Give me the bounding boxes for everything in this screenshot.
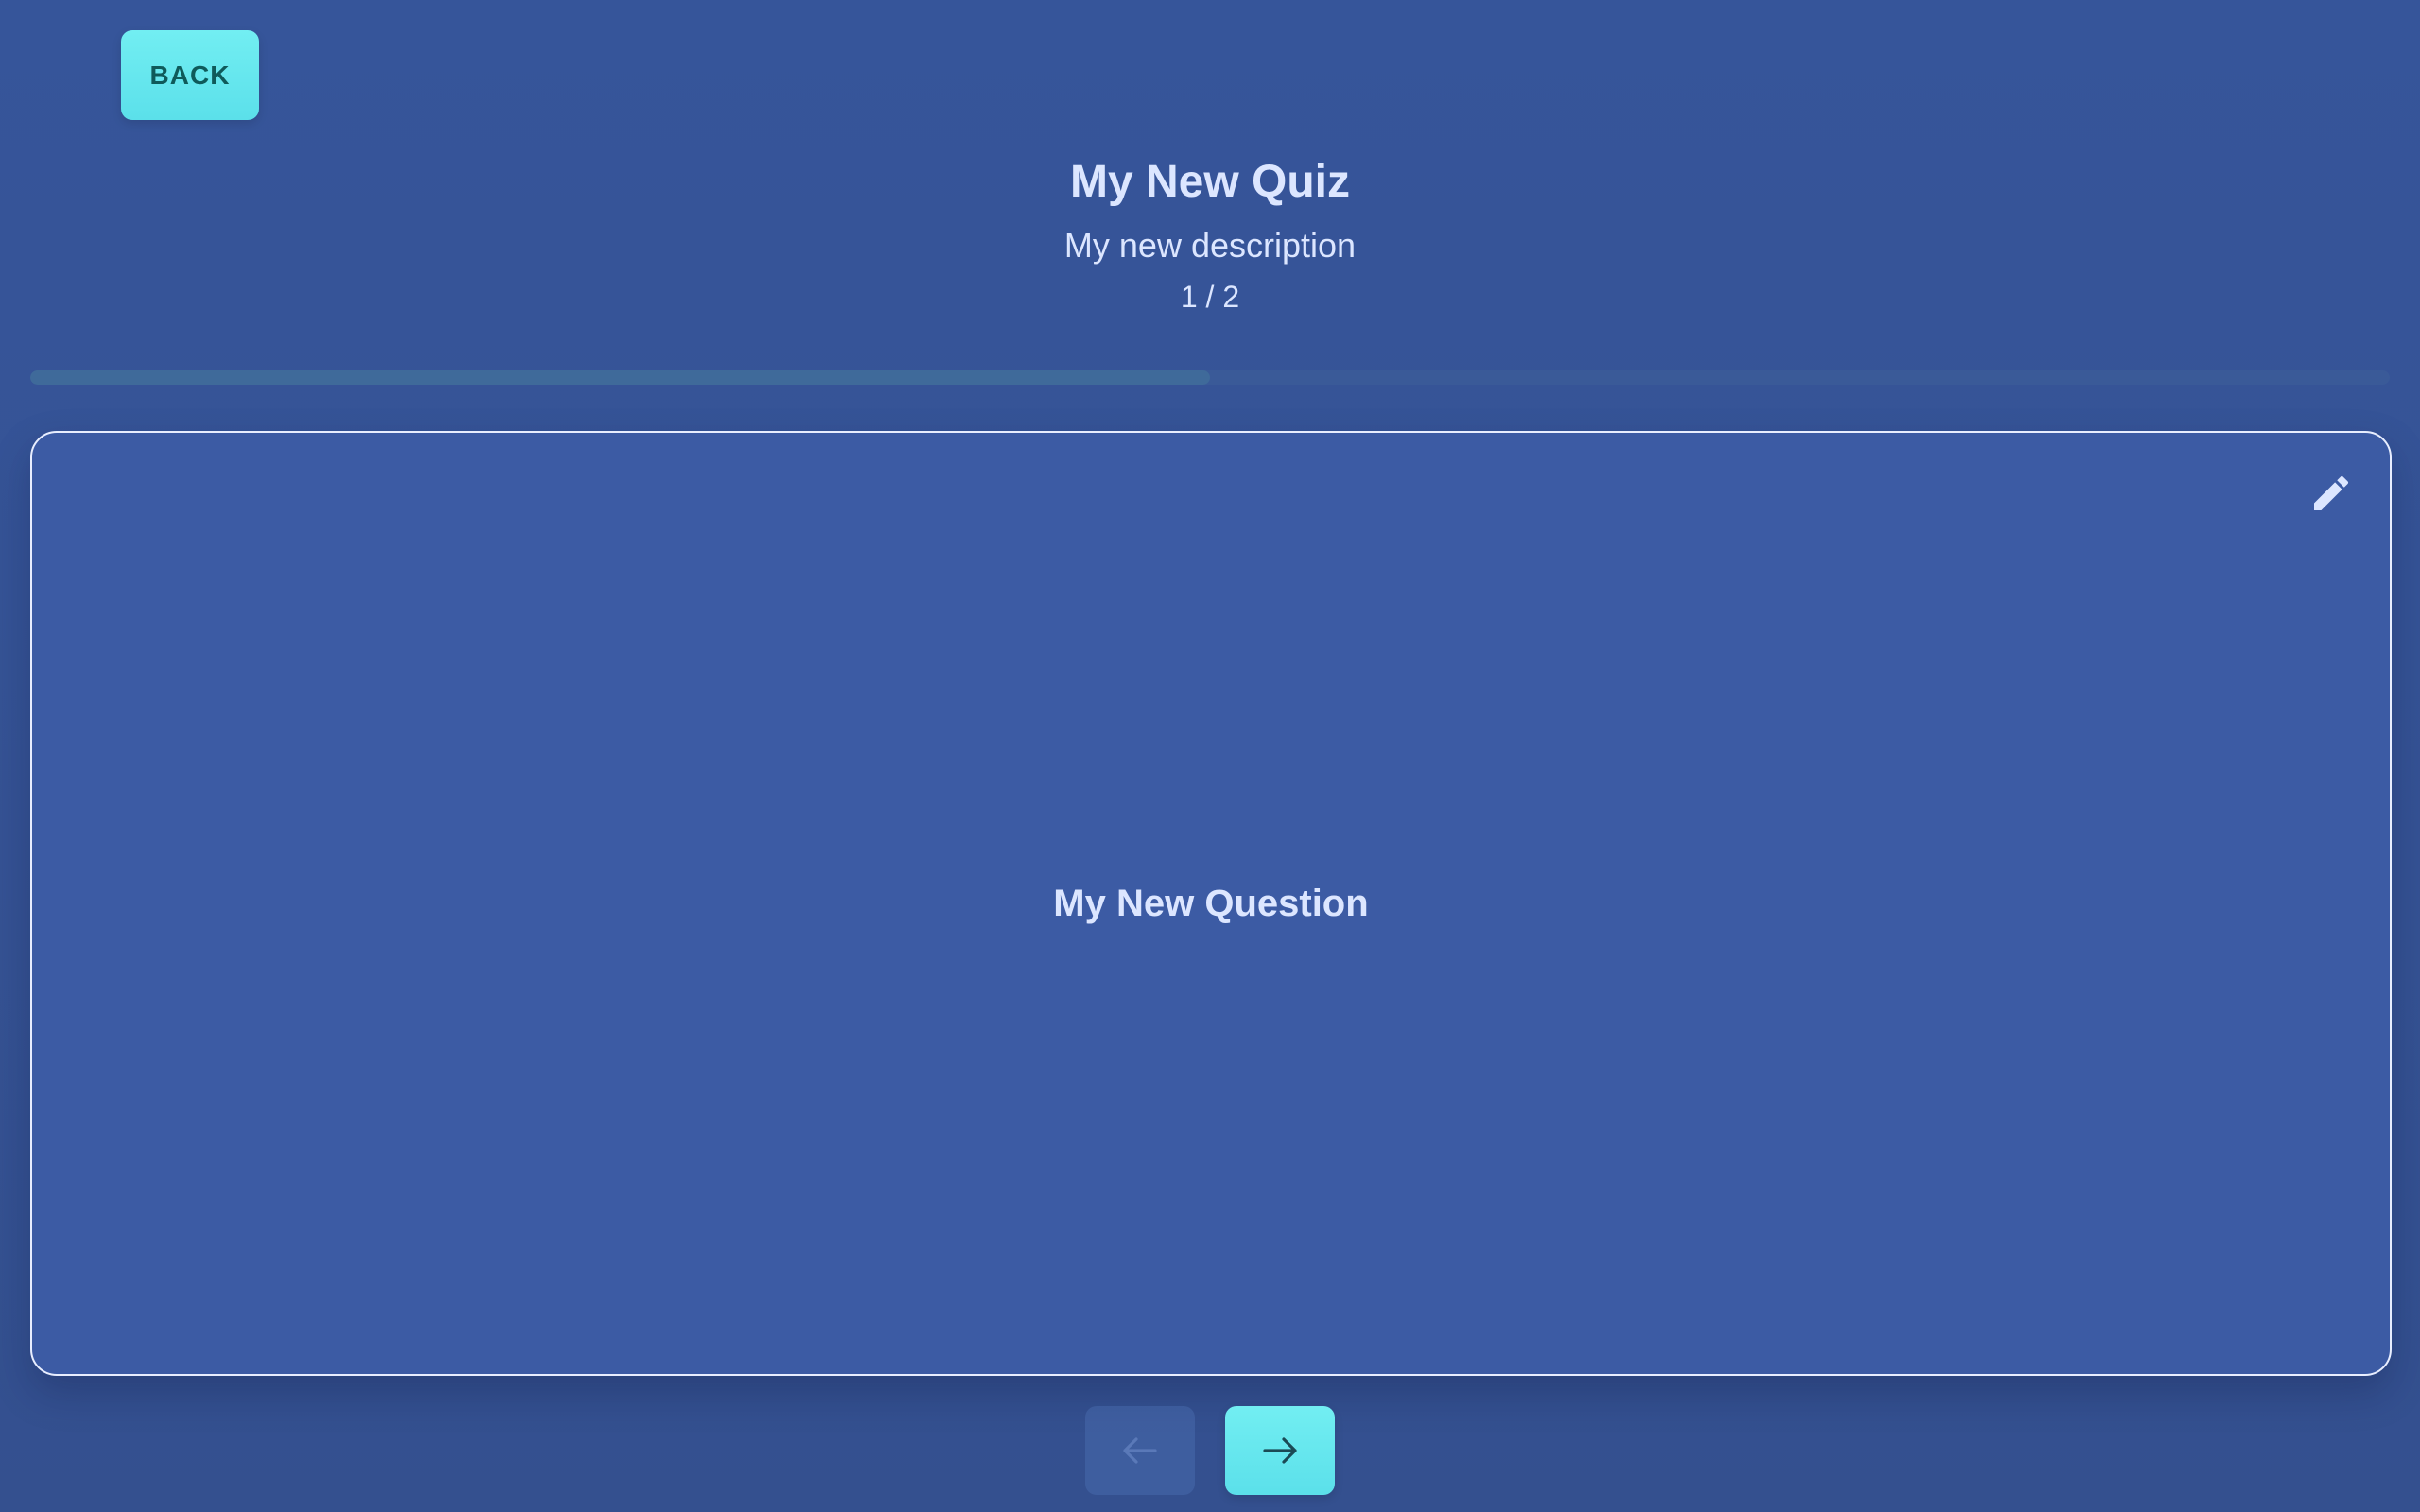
progress-bar [30,370,2390,385]
pencil-icon [2314,475,2349,510]
arrow-right-icon [1263,1437,1297,1464]
progress-bar-fill [30,370,1210,385]
question-counter: 1 / 2 [1180,280,1240,314]
back-button[interactable]: BACK [121,30,259,120]
question-text: My New Question [1053,882,1369,924]
previous-button[interactable] [1085,1406,1195,1495]
arrow-left-icon [1123,1437,1157,1464]
edit-button[interactable] [2305,467,2358,520]
quiz-description: My new description [1063,226,1357,265]
next-button[interactable] [1225,1406,1335,1495]
question-navigation [0,1406,2420,1495]
quiz-header: My New Quiz My new description 1 / 2 [0,151,2420,316]
question-card[interactable]: My New Question [30,431,2392,1376]
quiz-title: My New Quiz [1069,157,1351,207]
